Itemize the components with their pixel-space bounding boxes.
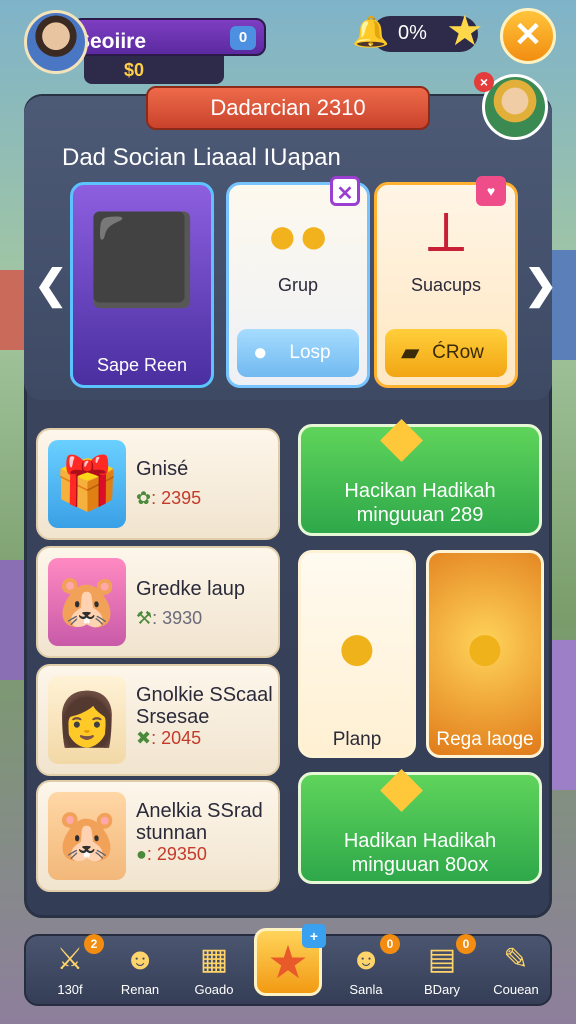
nav-badge: 2 [84, 934, 104, 954]
coin-plate [84, 56, 224, 84]
list-item[interactable]: 🎁 Gnisé ✿: 2395 [36, 428, 280, 540]
nav-item[interactable]: ▤ 0 BDary [406, 934, 478, 1002]
nav-label: Sanla [349, 982, 383, 997]
bell-icon: 🔔 [352, 16, 390, 49]
character-icon: 🐹 [54, 807, 120, 865]
gift-box-icon: ◆ [380, 754, 424, 817]
item-name-text: Gnolkie SScaal Srsesae [136, 684, 273, 728]
top-bar: Seoiire 0 $0 🔔 0% ★ ✕ [0, 0, 576, 84]
event-subtitle: Dad Socian Liaaal IUapan [62, 144, 341, 171]
player-card[interactable]: Seoiire 0 $0 [24, 10, 266, 84]
offer-card[interactable]: ⟂ Suacups ▰ ĆRow [374, 182, 518, 388]
coin-pack-label: Planp [332, 729, 382, 750]
reward-text: Hadikan Hadikah minguuan 80ox [301, 829, 539, 877]
nav-item[interactable]: ☻ Renan [104, 938, 176, 1002]
offer-title: Sape Reen [96, 355, 188, 375]
offer-title: Grup [277, 275, 319, 295]
item-thumbnail: 🎁 [48, 440, 126, 528]
close-button[interactable]: ✕ [500, 8, 556, 64]
coin-icon: ● [253, 339, 268, 366]
nav-item[interactable]: ✎ Couean [480, 938, 552, 1002]
item-thumbnail: 🐹 [48, 558, 126, 646]
nav-label: Couean [493, 982, 539, 997]
item-value-text: : 29350 [146, 844, 207, 864]
offer-button[interactable]: ▰ ĆRow [385, 329, 507, 377]
nav-item[interactable]: ☻ 0 Sanla [330, 934, 402, 1002]
nav-item[interactable]: ▦ Goado [178, 938, 250, 1002]
coin-amount: $0 [124, 60, 145, 80]
remove-icon[interactable]: × [474, 72, 494, 92]
list-item[interactable]: 🐹 Anelkia SSrad stunnan ●: 29350 [36, 780, 280, 892]
item-name: Gnolkie SScaal Srsesae [136, 684, 278, 728]
item-symbol: ● [136, 844, 147, 864]
offer-button[interactable]: ● Losp [237, 329, 359, 377]
offer-button-label: ĆRow [432, 342, 484, 363]
offer-title: Suacups [410, 275, 482, 295]
item-name-text: Anelkia SSrad stunnan [136, 800, 263, 844]
item-value-text: : 3930 [152, 608, 203, 628]
reward-line: minguuan 289 [356, 504, 484, 526]
close-tag-icon[interactable]: ✕ [330, 176, 360, 206]
gift-box-icon: ⬛ [87, 210, 197, 309]
nav-label: Renan [120, 982, 160, 997]
item-symbol: ⚒ [136, 608, 153, 628]
coin-pack-card[interactable]: ● Planp [298, 550, 416, 758]
map-icon: ▦ [199, 943, 229, 976]
coins-stack-icon: ● [335, 607, 379, 687]
item-name: Gnisé [136, 458, 189, 480]
chest-icon: ◆ [380, 404, 424, 467]
offer-card[interactable]: ⬛ Sape Reen [70, 182, 214, 388]
coins-icon: ●● [266, 207, 330, 265]
list-item[interactable]: 🐹 Gredke laup ⚒: 3930 [36, 546, 280, 658]
item-symbol: ✖ [136, 728, 152, 748]
character-icon: ☻ [124, 943, 156, 976]
coins-stack-icon: ● [463, 607, 507, 687]
item-value-text: : 2395 [151, 488, 202, 508]
gold-bar-icon: ▰ [401, 339, 420, 366]
nav-item[interactable]: ⚔ 2 130f [34, 934, 106, 1002]
list-item[interactable]: 👩 Gnolkie SScaal Srsesae ✖: 2045 [36, 664, 280, 776]
character-icon: 👩 [54, 691, 120, 749]
item-value: ⚒: 3930 [136, 608, 202, 629]
player-avatar[interactable] [24, 10, 88, 74]
item-value: ✖: 2045 [136, 728, 201, 749]
progress-text: 0% [398, 22, 427, 44]
item-symbol: ✿ [136, 488, 152, 508]
level-badge: 0 [230, 26, 256, 50]
coin-pack-card[interactable]: ● Rega laoge [426, 550, 544, 758]
prev-arrow-icon[interactable]: ❮ [34, 262, 68, 308]
nav-badge: 0 [380, 934, 400, 954]
nav-label: 130f [57, 982, 83, 997]
reward-line: minguuan 80ox [351, 854, 489, 876]
heart-tag-icon[interactable]: ♥ [476, 176, 506, 206]
offer-button-label: Losp [289, 342, 331, 363]
bone-icon: ⟂ [427, 200, 465, 263]
item-thumbnail: 🐹 [48, 792, 126, 880]
item-value-text: : 2045 [151, 728, 202, 748]
character-icon: 🐹 [54, 573, 120, 631]
item-name: Anelkia SSrad stunnan [136, 800, 278, 844]
coin-pack-label: Rega laoge [436, 729, 534, 750]
item-name: Gredke laup [136, 578, 245, 600]
nav-label: Goado [194, 982, 234, 997]
item-value: ●: 29350 [136, 844, 207, 865]
offer-card[interactable]: ●● Grup ● Losp [226, 182, 370, 388]
reward-text: Hacikan Hadikah minguuan 289 [301, 479, 539, 527]
nav-badge: 0 [456, 934, 476, 954]
nav-center-badge: + [302, 924, 326, 948]
event-title: Dadarcian 2310 [146, 86, 430, 130]
star-icon: ★ [446, 7, 484, 54]
nav-label: BDary [423, 982, 461, 997]
reward-line: Hadikan Hadikah [343, 830, 497, 852]
background-house [548, 640, 576, 790]
scroll-icon: ✎ [503, 943, 529, 976]
reward-line: Hacikan Hadikah [344, 480, 496, 502]
item-thumbnail: 👩 [48, 676, 126, 764]
gift-box-icon: 🎁 [54, 455, 120, 513]
item-value: ✿: 2395 [136, 488, 201, 509]
next-arrow-icon[interactable]: ❯ [524, 262, 558, 308]
